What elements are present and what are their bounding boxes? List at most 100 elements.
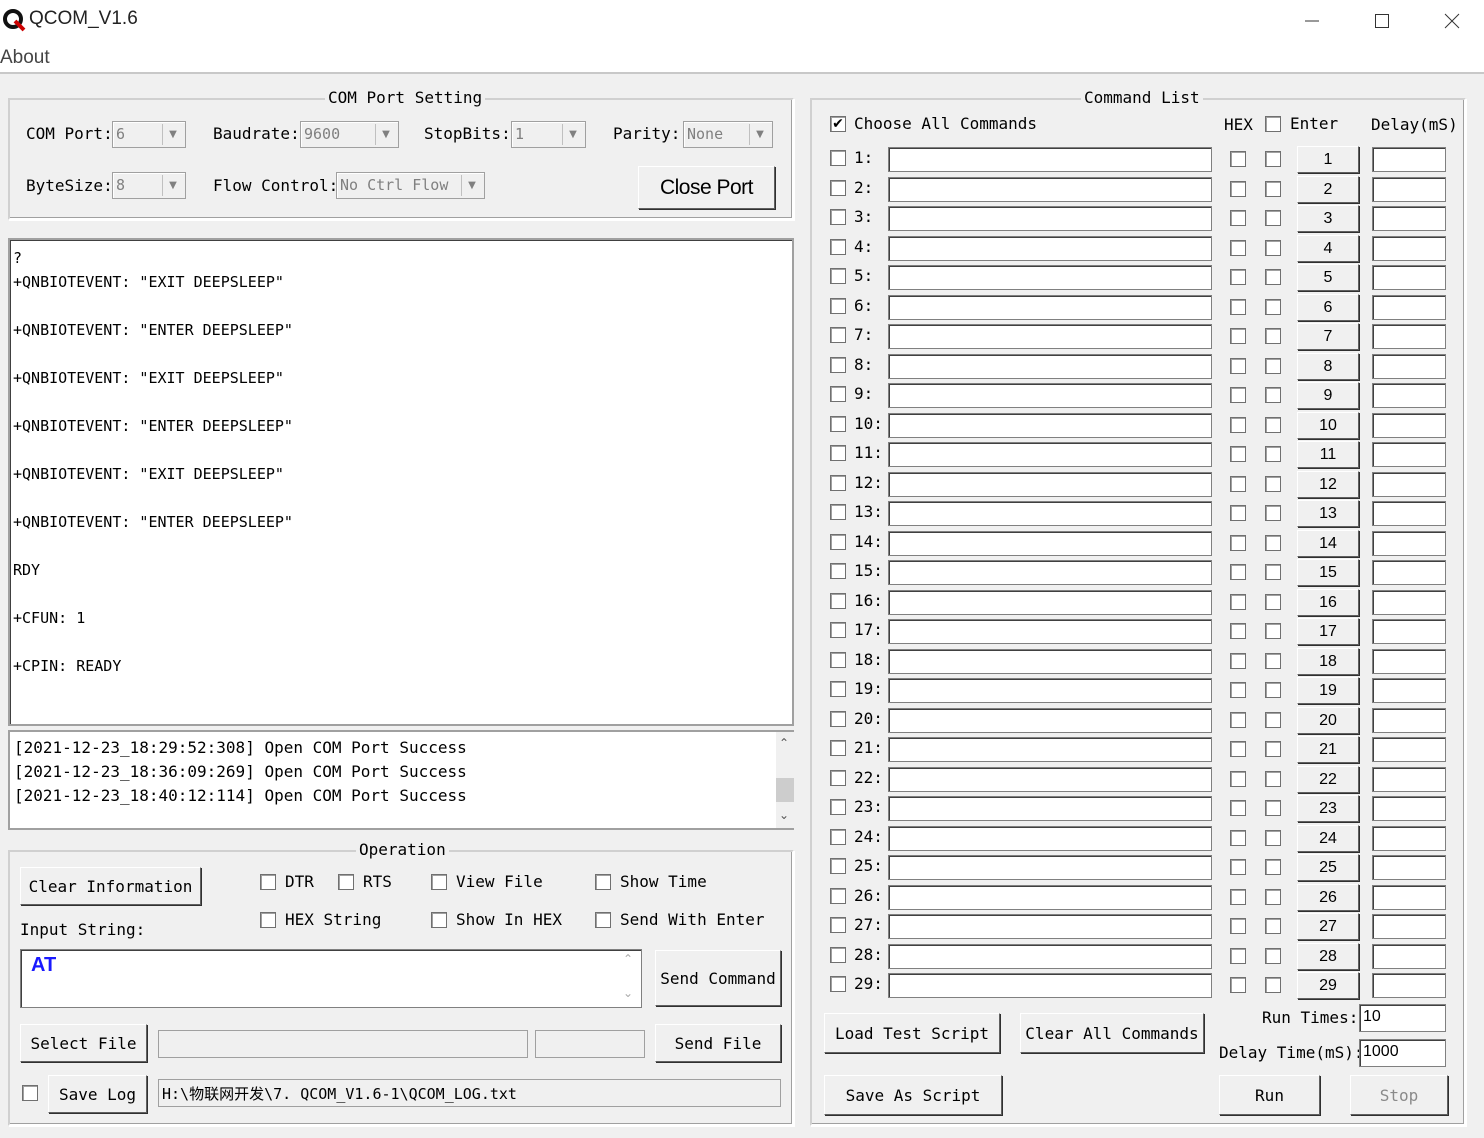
- hex-checkbox[interactable]: [1230, 181, 1246, 197]
- minimize-icon[interactable]: [1277, 0, 1347, 42]
- enter-checkbox[interactable]: [1265, 358, 1281, 374]
- command-select-checkbox[interactable]: [830, 858, 846, 874]
- command-input[interactable]: [888, 973, 1212, 998]
- delay-input[interactable]: [1372, 324, 1446, 349]
- send-command-row-button[interactable]: 6: [1297, 294, 1359, 321]
- send-command-row-button[interactable]: 23: [1297, 795, 1359, 822]
- command-input[interactable]: [888, 413, 1212, 438]
- clear-information-button[interactable]: Clear Information: [20, 867, 201, 905]
- receive-textarea[interactable]: ? +QNBIOTEVENT: "EXIT DEEPSLEEP" +QNBIOT…: [8, 238, 794, 726]
- enter-checkbox[interactable]: [1265, 210, 1281, 226]
- send-command-row-button[interactable]: 16: [1297, 589, 1359, 616]
- send-command-row-button[interactable]: 22: [1297, 766, 1359, 793]
- delay-input[interactable]: [1372, 531, 1446, 556]
- send-command-row-button[interactable]: 29: [1297, 972, 1359, 999]
- hex-checkbox[interactable]: [1230, 358, 1246, 374]
- command-select-checkbox[interactable]: [830, 829, 846, 845]
- command-input[interactable]: [888, 885, 1212, 910]
- hex-checkbox[interactable]: [1230, 535, 1246, 551]
- command-input[interactable]: [888, 265, 1212, 290]
- delay-input[interactable]: [1372, 560, 1446, 585]
- command-input[interactable]: [888, 531, 1212, 556]
- log-scrollbar[interactable]: ⌃ ⌄: [776, 732, 794, 828]
- choose-all-checkbox[interactable]: ✔: [830, 116, 846, 132]
- command-input[interactable]: [888, 501, 1212, 526]
- chevron-down-icon[interactable]: ▼: [562, 124, 583, 145]
- command-input[interactable]: [888, 678, 1212, 703]
- log-path-field[interactable]: H:\物联网开发\7. QCOM_V1.6-1\QCOM_LOG.txt: [158, 1079, 781, 1107]
- enter-checkbox[interactable]: [1265, 594, 1281, 610]
- maximize-icon[interactable]: [1347, 0, 1417, 42]
- command-select-checkbox[interactable]: [830, 740, 846, 756]
- command-input[interactable]: [888, 236, 1212, 261]
- save-as-script-button[interactable]: Save As Script: [824, 1075, 1002, 1115]
- parity-select[interactable]: None ▼: [683, 121, 773, 148]
- command-select-checkbox[interactable]: [830, 681, 846, 697]
- command-input[interactable]: [888, 737, 1212, 762]
- hex-checkbox[interactable]: [1230, 918, 1246, 934]
- send-command-row-button[interactable]: 12: [1297, 471, 1359, 498]
- hex-checkbox[interactable]: [1230, 859, 1246, 875]
- scroll-down-icon[interactable]: ⌄: [779, 808, 789, 822]
- enter-checkbox[interactable]: [1265, 623, 1281, 639]
- send-command-row-button[interactable]: 10: [1297, 412, 1359, 439]
- hex-checkbox[interactable]: [1230, 299, 1246, 315]
- delay-input[interactable]: [1372, 708, 1446, 733]
- send-file-button[interactable]: Send File: [655, 1024, 781, 1062]
- hex-checkbox[interactable]: [1230, 889, 1246, 905]
- chevron-down-icon[interactable]: ▼: [749, 124, 770, 145]
- select-file-button[interactable]: Select File: [20, 1024, 147, 1062]
- command-select-checkbox[interactable]: [830, 475, 846, 491]
- enter-checkbox[interactable]: [1265, 977, 1281, 993]
- scroll-down-icon[interactable]: ⌄: [623, 986, 633, 1000]
- send-command-row-button[interactable]: 18: [1297, 648, 1359, 675]
- scroll-up-icon[interactable]: ⌃: [623, 952, 633, 966]
- delay-input[interactable]: [1372, 295, 1446, 320]
- command-select-checkbox[interactable]: [830, 799, 846, 815]
- command-input[interactable]: [888, 619, 1212, 644]
- delay-input[interactable]: [1372, 177, 1446, 202]
- command-select-checkbox[interactable]: [830, 711, 846, 727]
- command-input[interactable]: [888, 767, 1212, 792]
- show-in-hex-checkbox[interactable]: [431, 912, 447, 928]
- enter-checkbox[interactable]: [1265, 859, 1281, 875]
- delay-input[interactable]: [1372, 354, 1446, 379]
- command-select-checkbox[interactable]: [830, 239, 846, 255]
- menu-about[interactable]: About: [0, 47, 50, 69]
- delay-input[interactable]: [1372, 383, 1446, 408]
- command-select-checkbox[interactable]: [830, 504, 846, 520]
- input-string-field[interactable]: AT ⌃ ⌄: [20, 949, 642, 1008]
- command-select-checkbox[interactable]: [830, 180, 846, 196]
- hex-checkbox[interactable]: [1230, 387, 1246, 403]
- dtr-checkbox[interactable]: [260, 874, 276, 890]
- view-file-checkbox[interactable]: [431, 874, 447, 890]
- command-input[interactable]: [888, 442, 1212, 467]
- delay-input[interactable]: [1372, 501, 1446, 526]
- file-path-field[interactable]: [158, 1030, 528, 1058]
- enter-checkbox[interactable]: [1265, 269, 1281, 285]
- command-input[interactable]: [888, 796, 1212, 821]
- enter-checkbox[interactable]: [1265, 889, 1281, 905]
- send-command-row-button[interactable]: 21: [1297, 736, 1359, 763]
- enter-checkbox[interactable]: [1265, 299, 1281, 315]
- command-select-checkbox[interactable]: [830, 357, 846, 373]
- delay-input[interactable]: [1372, 796, 1446, 821]
- delay-input[interactable]: [1372, 678, 1446, 703]
- hex-checkbox[interactable]: [1230, 476, 1246, 492]
- chevron-down-icon[interactable]: ▼: [375, 124, 396, 145]
- send-command-row-button[interactable]: 27: [1297, 913, 1359, 940]
- enter-checkbox[interactable]: [1265, 712, 1281, 728]
- command-select-checkbox[interactable]: [830, 298, 846, 314]
- hex-checkbox[interactable]: [1230, 948, 1246, 964]
- delay-input[interactable]: [1372, 590, 1446, 615]
- command-select-checkbox[interactable]: [830, 563, 846, 579]
- command-select-checkbox[interactable]: [830, 534, 846, 550]
- command-input[interactable]: [888, 472, 1212, 497]
- command-select-checkbox[interactable]: [830, 209, 846, 225]
- command-input[interactable]: [888, 560, 1212, 585]
- enter-checkbox[interactable]: [1265, 771, 1281, 787]
- enter-checkbox[interactable]: [1265, 328, 1281, 344]
- bytesize-select[interactable]: 8 ▼: [112, 172, 186, 199]
- command-select-checkbox[interactable]: [830, 150, 846, 166]
- hex-string-checkbox[interactable]: [260, 912, 276, 928]
